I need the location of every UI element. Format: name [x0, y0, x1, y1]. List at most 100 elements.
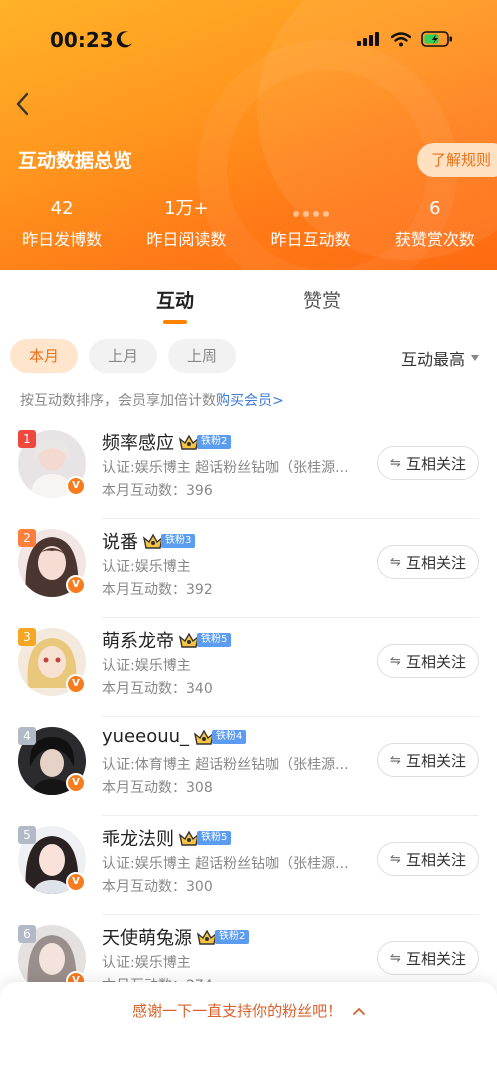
filter-last-week[interactable]: 上周 [168, 339, 237, 373]
fan-level-badge: 铁粉2 [196, 928, 250, 946]
mutual-follow-button[interactable]: ⇋ 互相关注 [377, 743, 479, 777]
mutual-follow-button[interactable]: ⇋ 互相关注 [377, 941, 479, 975]
thank-fans-bar[interactable]: 感谢一下一直支持你的粉丝吧！ [0, 982, 497, 1080]
swap-arrows-icon: ⇋ [390, 851, 401, 867]
follow-label: 互相关注 [405, 553, 466, 572]
follow-label: 互相关注 [405, 454, 466, 473]
verified-v-icon: V [66, 872, 86, 892]
stat-rewards: 6 获赞赏次数 [373, 197, 497, 250]
fan-row[interactable]: 5 V 乖龙法则 铁粉5 认证:娱乐博主 超话粉丝钻咖（张桂源... 本月互动数… [0, 816, 497, 915]
stat-posts: 42 昨日发博数 [0, 197, 124, 250]
rank-badge: 1 [18, 430, 36, 448]
back-arrow-icon[interactable] [12, 90, 34, 118]
verification-text: 认证:娱乐博主 [102, 955, 191, 971]
tab-interaction[interactable]: 互动 [156, 286, 194, 313]
rules-button[interactable]: 了解规则 [416, 143, 497, 177]
mutual-follow-button[interactable]: ⇋ 互相关注 [377, 842, 479, 876]
signal-icon [357, 32, 379, 46]
fan-level-tag: 铁粉5 [197, 633, 232, 647]
filter-last-month[interactable]: 上月 [89, 339, 158, 373]
verified-v-icon: V [66, 674, 86, 694]
follow-label: 互相关注 [405, 652, 466, 671]
swap-arrows-icon: ⇋ [390, 455, 401, 471]
follow-label: 互相关注 [405, 751, 466, 770]
fan-level-tag: 铁粉2 [215, 930, 250, 944]
stat-label: 获赞赏次数 [394, 230, 475, 249]
verified-v-icon: V [66, 476, 86, 496]
page-title: 互动数据总览 [18, 150, 133, 172]
tab-rewards[interactable]: 赞赏 [303, 286, 341, 313]
verification-text: 认证:体育博主 超话粉丝钻咖（张桂源... [102, 757, 349, 773]
filter-this-month[interactable]: 本月 [10, 339, 79, 373]
verified-v-icon: V [66, 773, 86, 793]
interaction-count: 本月互动数：300 [102, 879, 213, 895]
tab-bar: 互动 赞赏 [0, 270, 497, 330]
rank-badge: 3 [18, 628, 36, 646]
interaction-count: 本月互动数：396 [102, 483, 213, 499]
swap-arrows-icon: ⇋ [390, 950, 401, 966]
interaction-count: 本月互动数：308 [102, 780, 213, 796]
fan-level-badge: 铁粉5 [178, 631, 232, 649]
fan-level-badge: 铁粉5 [178, 829, 232, 847]
fan-name[interactable]: yueeouu_ [102, 726, 189, 747]
stat-label: 昨日发博数 [22, 230, 103, 249]
header: 00:23 互动数据总览 了解规则 42 昨日发博数 1万+ 昨日阅读数 昨日互… [0, 0, 497, 270]
fan-level-tag: 铁粉2 [197, 435, 232, 449]
fan-name[interactable]: 萌系龙帝 [102, 627, 174, 653]
follow-label: 互相关注 [405, 850, 466, 869]
fan-row[interactable]: 4 V yueeouu_ 铁粉4 认证:体育博主 超话粉丝钻咖（张桂源... 本… [0, 717, 497, 816]
battery-icon [421, 31, 452, 47]
stats-row: 42 昨日发博数 1万+ 昨日阅读数 昨日互动数 6 获赞赏次数 [0, 197, 497, 250]
verification-text: 认证:娱乐博主 [102, 559, 191, 575]
mutual-follow-button[interactable]: ⇋ 互相关注 [377, 644, 479, 678]
swap-arrows-icon: ⇋ [390, 653, 401, 669]
interaction-count: 本月互动数：392 [102, 582, 213, 598]
stat-interactions: 昨日互动数 [249, 197, 373, 250]
stat-label: 昨日互动数 [270, 230, 351, 249]
rank-badge: 5 [18, 826, 36, 844]
fan-row[interactable]: 2 V 说番 铁粉3 认证:娱乐博主 本月互动数：392 ⇋ 互相关注 [0, 519, 497, 618]
stat-value: 42 [50, 198, 74, 219]
fan-level-tag: 铁粉5 [197, 831, 232, 845]
wifi-icon [391, 31, 411, 46]
ranking-hint: 按互动数排序，会员享加倍计数购买会员> [20, 390, 284, 410]
verification-text: 认证:娱乐博主 [102, 658, 191, 674]
verification-text: 认证:娱乐博主 超话粉丝钻咖（张桂源... [102, 460, 349, 476]
verification-text: 认证:娱乐博主 超话粉丝钻咖（张桂源... [102, 856, 349, 872]
caret-down-icon [471, 355, 479, 361]
rank-badge: 4 [18, 727, 36, 745]
buy-membership-link[interactable]: 购买会员> [216, 393, 284, 409]
fan-level-badge: 铁粉4 [193, 728, 247, 746]
stat-label: 昨日阅读数 [146, 230, 227, 249]
tab-underline [163, 320, 187, 324]
fan-name[interactable]: 乖龙法则 [102, 825, 174, 851]
moon-icon [116, 31, 132, 48]
fan-name[interactable]: 天使萌兔源 [102, 924, 192, 950]
fan-level-tag: 铁粉4 [212, 729, 247, 744]
follow-label: 互相关注 [405, 949, 466, 968]
fan-level-badge: 铁粉3 [142, 532, 196, 550]
stat-reads: 1万+ 昨日阅读数 [124, 197, 248, 250]
status-time: 00:23 [50, 28, 114, 52]
stat-value: 1万+ [164, 198, 209, 219]
mutual-follow-button[interactable]: ⇋ 互相关注 [377, 545, 479, 579]
fan-name[interactable]: 频率感应 [102, 429, 174, 455]
fan-list: 1 V 频率感应 铁粉2 认证:娱乐博主 超话粉丝钻咖（张桂源... 本月互动数… [0, 420, 497, 1014]
swap-arrows-icon: ⇋ [390, 554, 401, 570]
fan-name[interactable]: 说番 [102, 528, 138, 554]
period-filters: 本月 上月 上周 [10, 339, 237, 373]
sort-dropdown[interactable]: 互动最高 [401, 346, 479, 370]
fan-row[interactable]: 1 V 频率感应 铁粉2 认证:娱乐博主 超话粉丝钻咖（张桂源... 本月互动数… [0, 420, 497, 519]
fan-level-badge: 铁粉2 [178, 433, 232, 451]
fan-row[interactable]: 3 V 萌系龙帝 铁粉5 认证:娱乐博主 本月互动数：340 ⇋ 互相关注 [0, 618, 497, 717]
verified-v-icon: V [66, 575, 86, 595]
chevron-up-icon [352, 1007, 365, 1015]
interaction-count: 本月互动数：340 [102, 681, 213, 697]
rank-badge: 2 [18, 529, 36, 547]
rank-badge: 6 [18, 925, 36, 943]
swap-arrows-icon: ⇋ [390, 752, 401, 768]
fan-level-tag: 铁粉3 [161, 534, 196, 548]
thank-fans-message: 感谢一下一直支持你的粉丝吧！ [132, 1002, 343, 1020]
sort-label: 互动最高 [400, 350, 465, 369]
mutual-follow-button[interactable]: ⇋ 互相关注 [377, 446, 479, 480]
